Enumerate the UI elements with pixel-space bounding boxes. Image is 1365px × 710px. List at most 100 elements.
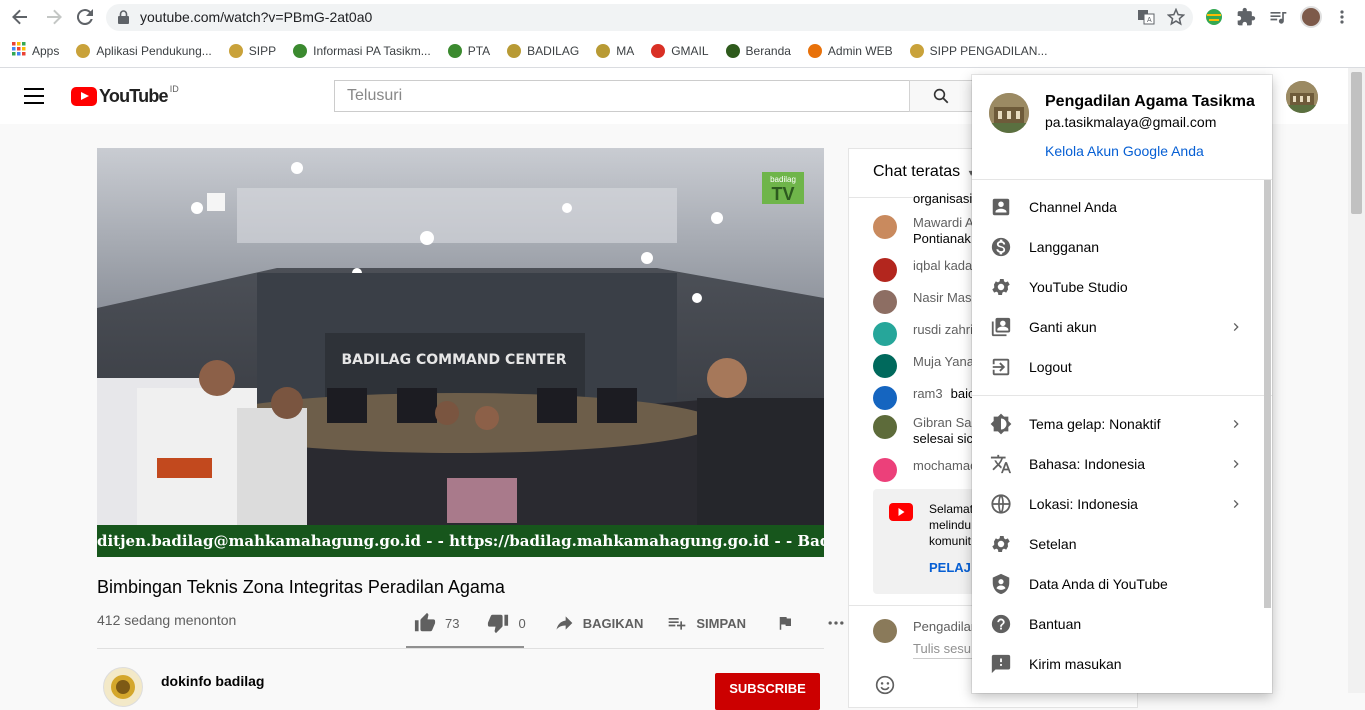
feedback-icon (989, 652, 1013, 676)
chat-author-name[interactable]: ram3 (913, 386, 943, 401)
bookmark-label: BADILAG (527, 43, 580, 58)
manage-google-account-link[interactable]: Kelola Akun Google Anda (1045, 143, 1204, 159)
chat-author-avatar[interactable] (873, 258, 897, 282)
bookmark-item[interactable]: Apps (12, 42, 59, 59)
lock-icon (118, 10, 129, 24)
profile-avatar-icon[interactable] (1300, 6, 1322, 28)
menu-item-setelan[interactable]: Setelan (972, 524, 1264, 564)
bookmark-item[interactable]: MA (596, 43, 634, 58)
svg-text:A: A (1147, 17, 1152, 24)
share-button[interactable]: BAGIKAN (546, 606, 652, 640)
star-icon[interactable] (1167, 8, 1185, 26)
chat-author-name[interactable]: mochamac (913, 458, 977, 473)
bookmark-item[interactable]: Admin WEB (807, 43, 893, 58)
back-icon[interactable] (8, 5, 32, 29)
bookmark-item[interactable]: Beranda (725, 43, 791, 58)
bookmark-item[interactable]: BADILAG (507, 43, 580, 58)
youtube-logo[interactable]: YouTube ID (71, 84, 179, 107)
channel-name[interactable]: dokinfo badilag (161, 673, 264, 689)
report-button[interactable] (768, 606, 802, 640)
bookmark-favicon-icon (507, 43, 522, 58)
bookmark-label: PTA (467, 43, 491, 58)
chat-author-avatar[interactable] (873, 215, 897, 239)
chat-author-name[interactable]: Mawardi A (913, 215, 974, 230)
shield-person-icon (989, 572, 1013, 596)
search-field[interactable] (334, 80, 910, 112)
bookmark-favicon-icon (909, 43, 924, 58)
chat-author-avatar[interactable] (873, 386, 897, 410)
extension-globe-icon[interactable] (1204, 7, 1224, 27)
menu-item-langganan[interactable]: Langganan (972, 227, 1264, 267)
chat-author-avatar[interactable] (873, 290, 897, 314)
menu-item-label: Bantuan (1029, 616, 1082, 632)
menu-scrollbar[interactable] (1264, 180, 1271, 608)
chat-author-name[interactable]: Gibran Sas (913, 415, 978, 430)
bookmark-item[interactable]: SIPP PENGADILAN... (909, 43, 1047, 58)
menu-item-lokasi-indonesia[interactable]: Lokasi: Indonesia (972, 484, 1264, 524)
account-name: Pengadilan Agama Tasikmalaya (1045, 93, 1255, 110)
chat-author-name[interactable]: Nasir Mas (913, 290, 972, 305)
page-scrollbar-thumb[interactable] (1351, 72, 1362, 214)
chat-mode-dropdown[interactable]: Chat teratas ▾ (873, 163, 974, 181)
youtube-logo-text: YouTube (99, 86, 169, 106)
url-text[interactable]: youtube.com/watch?v=PBmG-2at0a0 (140, 9, 372, 25)
menu-item-data-anda-di-youtube[interactable]: Data Anda di YouTube (972, 564, 1264, 604)
bookmark-favicon-icon (293, 43, 308, 58)
chat-author-avatar[interactable] (873, 458, 897, 482)
chat-author-name[interactable]: rusdi zahri (913, 322, 973, 337)
menu-item-bahasa-indonesia[interactable]: Bahasa: Indonesia (972, 444, 1264, 484)
translate-page-icon[interactable]: A (1137, 8, 1155, 26)
page-scrollbar[interactable] (1348, 68, 1365, 693)
reload-icon[interactable] (73, 5, 97, 29)
chat-message: ram3 baic (873, 386, 974, 410)
chat-message-text: Pontianak (913, 231, 971, 246)
menu-item-channel-anda[interactable]: Channel Anda (972, 187, 1264, 227)
extensions-puzzle-icon[interactable] (1236, 7, 1256, 27)
chat-message: mochamac (873, 458, 977, 482)
search-button[interactable] (909, 80, 973, 112)
bookmark-label: Aplikasi Pendukung... (96, 43, 212, 58)
chevron-right-icon (1228, 416, 1244, 437)
forward-icon[interactable] (42, 5, 66, 29)
chat-author-name[interactable]: iqbal kada (913, 258, 972, 273)
menu-item-label: Logout (1029, 359, 1072, 375)
chat-author-avatar[interactable] (873, 354, 897, 378)
bookmark-item[interactable]: Informasi PA Tasikm... (293, 43, 431, 58)
like-button[interactable]: 73 (406, 606, 467, 640)
menu-item-ganti-akun[interactable]: Ganti akun (972, 307, 1264, 347)
save-button[interactable]: SIMPAN (659, 606, 754, 640)
bookmark-item[interactable]: Aplikasi Pendukung... (76, 43, 212, 58)
menu-item-logout[interactable]: Logout (972, 347, 1264, 387)
menu-item-kirim-masukan[interactable]: Kirim masukan (972, 644, 1264, 684)
menu-item-label: Ganti akun (1029, 319, 1097, 335)
search-icon (933, 88, 949, 104)
media-queue-icon[interactable] (1268, 7, 1288, 27)
chat-message: iqbal kada (873, 258, 972, 282)
subscribe-button[interactable]: SUBSCRIBE (715, 673, 820, 710)
notice-line-2: melindu (929, 518, 972, 532)
menu-item-youtube-studio[interactable]: YouTube Studio (972, 267, 1264, 307)
hamburger-menu-icon[interactable] (24, 87, 46, 105)
dislike-button[interactable]: 0 (479, 606, 533, 640)
address-bar[interactable]: youtube.com/watch?v=PBmG-2at0a0 A (106, 4, 1193, 31)
bookmark-favicon-icon (807, 43, 822, 58)
notice-learn-more-link[interactable]: PELAJ (929, 560, 971, 575)
bookmark-item[interactable]: PTA (447, 43, 491, 58)
emoji-icon[interactable] (875, 675, 895, 695)
chat-author-avatar[interactable] (873, 415, 897, 439)
person-box-icon (989, 195, 1013, 219)
search-input[interactable] (335, 81, 909, 111)
chat-author-name[interactable]: Muja Yana (913, 354, 974, 369)
bookmark-item[interactable]: GMAIL (651, 43, 709, 58)
menu-item-tema-gelap-nonaktif[interactable]: Tema gelap: Nonaktif (972, 404, 1264, 444)
video-player[interactable]: BADILAG COMMAND CENTER badilag TV ditjen.… (97, 148, 824, 557)
more-vert-icon[interactable] (1334, 9, 1350, 25)
bookmark-label: SIPP (248, 43, 277, 58)
header-avatar[interactable] (1286, 81, 1318, 113)
channel-avatar[interactable] (103, 667, 143, 707)
chat-author-avatar[interactable] (873, 322, 897, 346)
menu-item-bantuan[interactable]: Bantuan (972, 604, 1264, 644)
chat-message-text: baic (950, 386, 975, 401)
bookmark-item[interactable]: SIPP (228, 43, 277, 58)
menu-item-label: Data Anda di YouTube (1029, 576, 1168, 592)
